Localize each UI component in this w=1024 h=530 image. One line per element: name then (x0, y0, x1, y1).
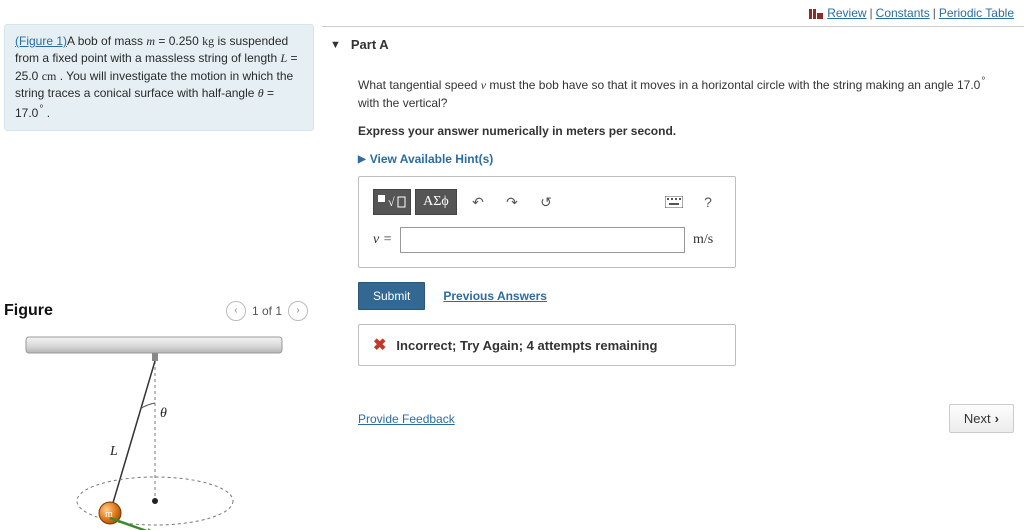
prob-t1: A bob of mass (67, 34, 146, 48)
figure-next-button[interactable]: › (288, 301, 308, 321)
answer-box: √ ΑΣϕ ↶ ↷ ↺ ? v = m/s (358, 176, 736, 268)
view-hints-link[interactable]: ▶ View Available Hint(s) (358, 152, 1008, 166)
submit-button[interactable]: Submit (358, 282, 425, 310)
figure-prev-button[interactable]: ‹ (226, 301, 246, 321)
label-m: m (105, 509, 113, 520)
periodic-table-link[interactable]: Periodic Table (939, 6, 1014, 20)
feedback-text: Incorrect; Try Again; 4 attempts remaini… (396, 338, 657, 353)
feedback-box: ✖ Incorrect; Try Again; 4 attempts remai… (358, 324, 736, 366)
next-label: Next (964, 411, 991, 426)
top-links: Review | Constants | Periodic Table (0, 0, 1024, 24)
review-link[interactable]: Review (827, 6, 866, 20)
triangle-right-icon: ▶ (358, 154, 366, 165)
caret-down-icon: ▼ (330, 39, 341, 51)
figure-pager-text: 1 of 1 (252, 304, 282, 318)
unit-kg: kg (202, 34, 214, 48)
var-m: m (146, 34, 155, 48)
answer-input[interactable] (400, 227, 685, 253)
unit-cm: cm (42, 69, 57, 83)
figure-pager: ‹ 1 of 1 › (226, 301, 308, 321)
redo-icon[interactable]: ↷ (499, 189, 525, 215)
sep-1: | (870, 6, 873, 20)
review-icon (809, 8, 823, 18)
eq-m: = 0.250 (155, 34, 202, 48)
greek-button[interactable]: ΑΣϕ (415, 189, 457, 215)
next-button[interactable]: Next › (949, 404, 1014, 433)
q-deg: ° (981, 76, 985, 87)
help-icon[interactable]: ? (695, 189, 721, 215)
chevron-right-icon: › (995, 411, 999, 426)
hints-text: View Available Hint(s) (370, 152, 494, 166)
constants-link[interactable]: Constants (876, 6, 930, 20)
label-L: L (109, 444, 118, 459)
prob-t4: . (43, 106, 50, 120)
prob-t3: . You will investigate the motion in whi… (15, 69, 293, 100)
part-title: Part A (351, 37, 389, 52)
provide-feedback-link[interactable]: Provide Feedback (358, 412, 455, 426)
previous-answers-link[interactable]: Previous Answers (443, 289, 547, 303)
q3: with the vertical? (358, 96, 447, 110)
figure-diagram: θ L m v⃗ (18, 333, 314, 530)
keyboard-icon[interactable] (661, 189, 687, 215)
problem-statement: (Figure 1)A bob of mass m = 0.250 kg is … (4, 24, 314, 131)
incorrect-icon: ✖ (373, 335, 386, 355)
templates-button[interactable]: √ (373, 189, 411, 215)
part-header[interactable]: ▼ Part A (322, 26, 1024, 62)
figure-title: Figure (4, 302, 53, 320)
q2: must the bob have so that it moves in a … (486, 78, 980, 92)
figure-link[interactable]: (Figure 1) (15, 34, 67, 48)
q1: What tangential speed (358, 78, 481, 92)
answer-unit: m/s (693, 232, 721, 248)
svg-text:√: √ (388, 195, 395, 209)
label-theta: θ (160, 406, 167, 421)
answer-instruction: Express your answer numerically in meter… (358, 122, 1008, 140)
sep-2: | (933, 6, 936, 20)
reset-icon[interactable]: ↺ (533, 189, 559, 215)
question-text: What tangential speed v must the bob hav… (358, 74, 1008, 112)
undo-icon[interactable]: ↶ (465, 189, 491, 215)
equation-toolbar: √ ΑΣϕ ↶ ↷ ↺ ? (373, 189, 721, 215)
answer-var-label: v = (373, 232, 392, 248)
